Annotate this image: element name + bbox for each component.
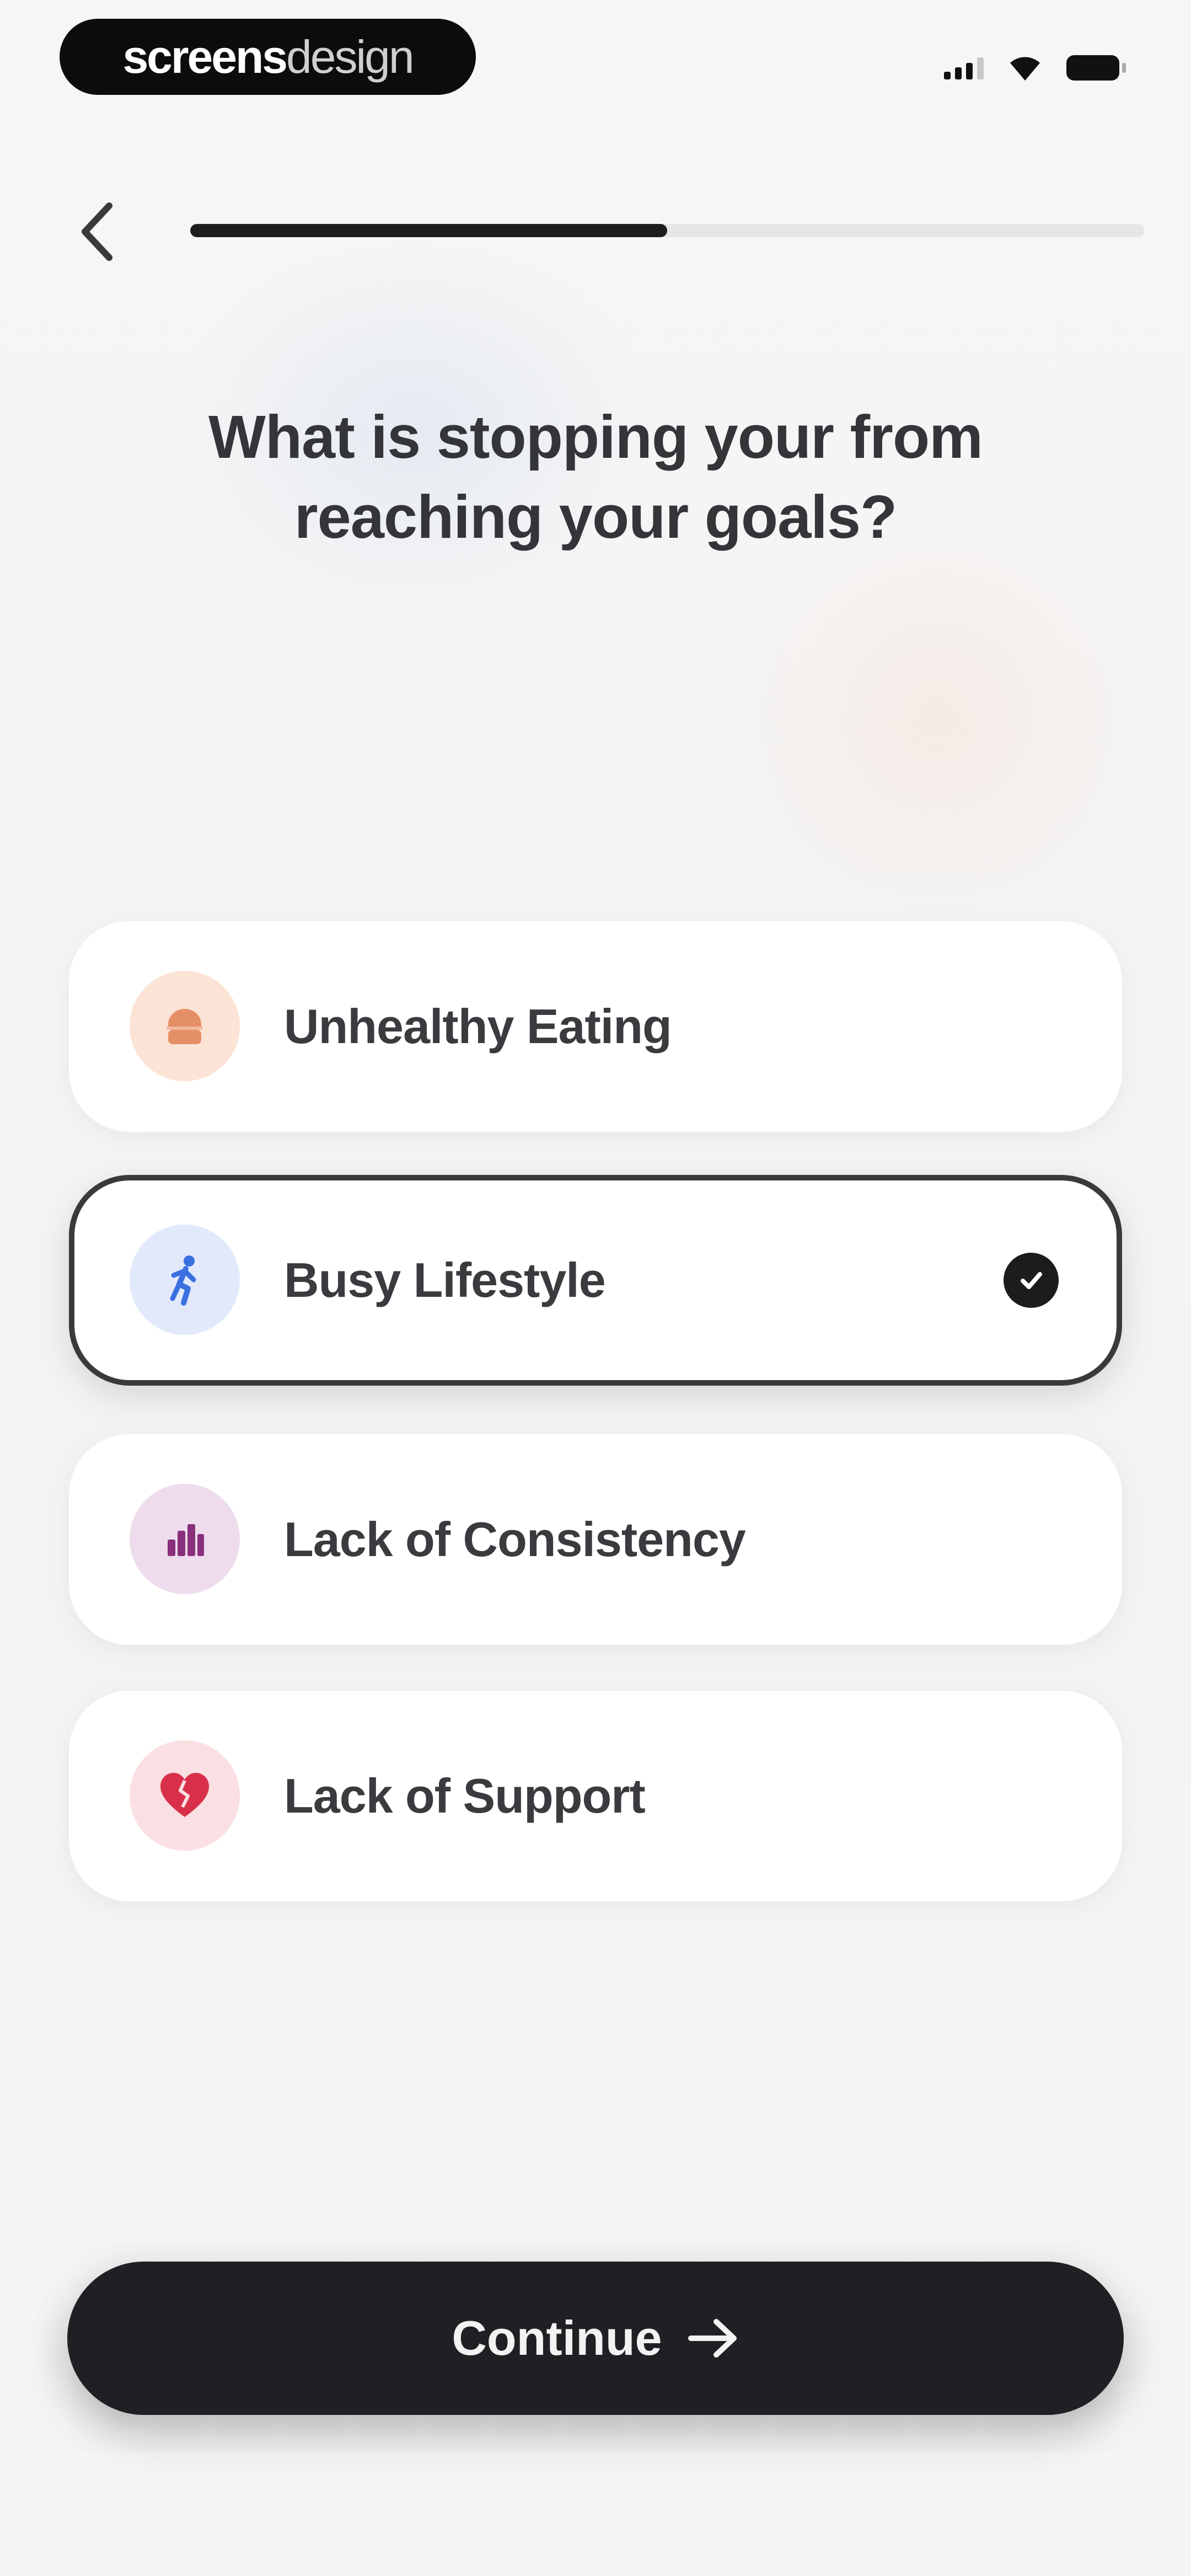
question-line-1: What is stopping your from: [208, 403, 983, 471]
option-icon-circle: [130, 1740, 240, 1851]
selected-check-icon: [1004, 1253, 1059, 1308]
option-unhealthy-eating[interactable]: Unhealthy Eating: [69, 921, 1122, 1132]
chevron-left-icon: [82, 202, 112, 261]
status-icons: [944, 49, 1126, 87]
bar-chart-icon: [168, 1524, 204, 1556]
battery-icon: [1066, 55, 1126, 81]
option-lack-of-support[interactable]: Lack of Support: [69, 1691, 1122, 1901]
running-person-icon: [170, 1255, 196, 1306]
progress-bar: [190, 224, 1144, 237]
broken-heart-icon: [160, 1773, 209, 1817]
option-label: Unhealthy Eating: [284, 999, 672, 1054]
continue-button[interactable]: Continue: [67, 2262, 1124, 2415]
option-label: Lack of Consistency: [284, 1512, 746, 1567]
option-label: Busy Lifestyle: [284, 1253, 606, 1307]
back-button[interactable]: [66, 199, 127, 265]
continue-label: Continue: [452, 2311, 662, 2365]
option-icon-circle: [130, 1225, 240, 1335]
question-title: What is stopping your from reaching your…: [99, 397, 1092, 557]
arrow-right-icon: [688, 2319, 737, 2358]
option-label: Lack of Support: [284, 1768, 646, 1823]
background-glow-peach: [717, 496, 1158, 938]
brand-text-bold: screens: [122, 30, 288, 83]
wifi-icon: [1010, 57, 1040, 81]
food-icon: [167, 1009, 203, 1044]
cellular-signal-icon: [944, 56, 984, 79]
option-icon-circle: [130, 971, 240, 1081]
question-line-2: reaching your goals?: [294, 483, 897, 551]
option-icon-circle: [130, 1484, 240, 1594]
progress-fill: [190, 224, 667, 237]
onboarding-screen: screens design What is stopping your from…: [0, 0, 1191, 2576]
option-busy-lifestyle[interactable]: Busy Lifestyle: [69, 1175, 1122, 1386]
option-lack-of-consistency[interactable]: Lack of Consistency: [69, 1434, 1122, 1645]
brand-text-light: design: [286, 30, 415, 83]
brand-badge: screens design: [60, 19, 476, 95]
